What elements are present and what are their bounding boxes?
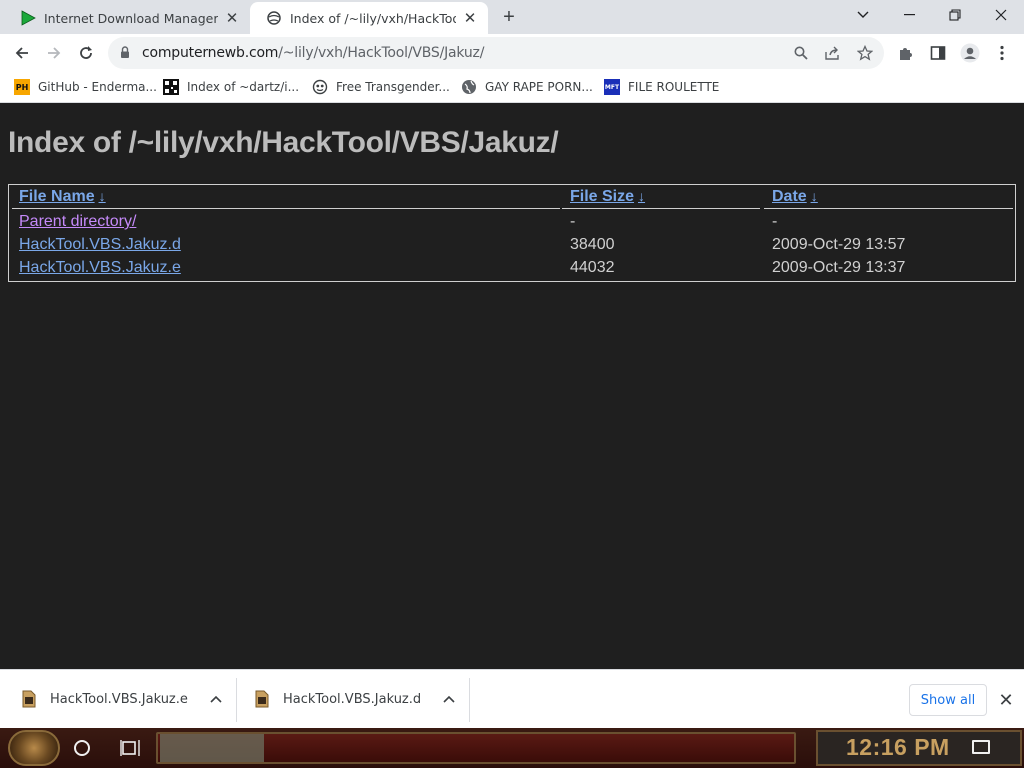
bookmark-free-transgender[interactable]: Free Transgender... xyxy=(312,77,450,97)
download-item[interactable]: HackTool.VBS.Jakuz.d xyxy=(255,670,455,728)
extensions-puzzle-icon[interactable] xyxy=(896,43,916,63)
header-divider xyxy=(764,208,1013,209)
profile-avatar-icon[interactable] xyxy=(960,43,980,63)
file-link[interactable]: HackTool.VBS.Jakuz.d xyxy=(19,236,181,254)
column-header-size[interactable]: File Size ↓ xyxy=(570,188,645,206)
chevron-up-icon[interactable] xyxy=(443,693,455,705)
url-text[interactable]: computernewb.com/~lily/vxh/HackTool/VBS/… xyxy=(142,45,484,61)
mft-icon: MFT xyxy=(604,79,620,95)
download-filename: HackTool.VBS.Jakuz.e xyxy=(50,691,188,707)
new-tab-button[interactable]: + xyxy=(498,6,520,28)
bookmark-label: GAY RAPE PORN... xyxy=(485,80,593,94)
page-content: Index of /~lily/vxh/HackTool/VBS/Jakuz/ … xyxy=(0,104,1024,669)
tab-idm[interactable]: Internet Download Manager: Th ✕ xyxy=(4,2,250,34)
tab-index-listing[interactable]: Index of /~lily/vxh/HackTool/ ✕ xyxy=(250,2,488,34)
arrow-left-icon xyxy=(15,47,28,59)
bookmark-index-dartz[interactable]: Index of ~dartz/i... xyxy=(163,77,299,97)
column-header-date[interactable]: Date ↓ xyxy=(772,188,818,206)
bookmark-label: GitHub - Enderma... xyxy=(38,80,157,94)
bookmark-file-roulette[interactable]: MFT FILE ROULETTE xyxy=(604,77,719,97)
file-link[interactable]: HackTool.VBS.Jakuz.e xyxy=(19,259,181,277)
bookmark-label: Index of ~dartz/i... xyxy=(187,80,300,94)
ph-icon: PH xyxy=(14,79,30,95)
share-icon[interactable] xyxy=(825,45,841,61)
file-size: 38400 xyxy=(570,236,615,253)
side-panel-icon[interactable] xyxy=(928,43,948,63)
idm-play-icon xyxy=(20,10,36,26)
more-menu-icon[interactable] xyxy=(992,43,1012,63)
column-header-name[interactable]: File Name ↓ xyxy=(19,188,106,206)
download-separator xyxy=(469,678,470,722)
minimize-icon xyxy=(903,14,915,16)
file-date: 2009-Oct-29 13:57 xyxy=(772,236,906,253)
reload-button[interactable] xyxy=(72,39,100,67)
page-title: Index of /~lily/vxh/HackTool/VBS/Jakuz/ xyxy=(8,126,559,159)
page-globe-icon xyxy=(266,10,282,26)
close-window-button[interactable] xyxy=(978,0,1024,30)
restore-button[interactable] xyxy=(932,0,978,30)
download-separator xyxy=(236,678,237,722)
search-circle-icon[interactable] xyxy=(74,740,90,756)
lock-icon[interactable] xyxy=(120,46,130,64)
taskbar: 12:16 PM xyxy=(0,728,1024,768)
file-size: 44032 xyxy=(570,259,615,276)
file-icon xyxy=(22,690,36,708)
sort-arrow-icon: ↓ xyxy=(810,188,818,204)
file-size: - xyxy=(570,213,576,230)
header-divider xyxy=(562,208,760,209)
address-bar[interactable]: computernewb.com/~lily/vxh/HackTool/VBS/… xyxy=(108,37,884,69)
globe-icon xyxy=(461,79,477,95)
download-filename: HackTool.VBS.Jakuz.d xyxy=(283,691,422,707)
mask-icon xyxy=(312,79,328,95)
show-all-button[interactable]: Show all xyxy=(909,684,987,716)
close-icon[interactable]: ✕ xyxy=(996,690,1016,710)
restore-icon xyxy=(949,9,961,21)
browser-toolbar: computernewb.com/~lily/vxh/HackTool/VBS/… xyxy=(0,34,1024,72)
file-date: 2009-Oct-29 13:37 xyxy=(772,259,906,276)
file-icon xyxy=(255,690,269,708)
close-icon xyxy=(995,9,1007,21)
download-item[interactable]: HackTool.VBS.Jakuz.e xyxy=(22,670,222,728)
url-host: computernewb.com xyxy=(142,45,279,61)
qr-icon xyxy=(163,79,179,95)
chevron-up-icon[interactable] xyxy=(210,693,222,705)
system-clock[interactable]: 12:16 PM xyxy=(846,734,950,761)
tab-close-icon[interactable]: ✕ xyxy=(224,10,240,26)
minimize-button[interactable] xyxy=(886,0,932,30)
bookmark-github[interactable]: PH GitHub - Enderma... xyxy=(14,77,157,97)
reload-icon xyxy=(80,46,92,59)
bookmark-globe-site[interactable]: GAY RAPE PORN... xyxy=(461,77,593,97)
bookmark-label: FILE ROULETTE xyxy=(628,80,720,94)
header-divider xyxy=(12,208,560,209)
sort-arrow-icon: ↓ xyxy=(98,188,106,204)
downloads-shelf: HackTool.VBS.Jakuz.e HackTool.VBS.Jakuz.… xyxy=(0,669,1024,728)
start-button[interactable] xyxy=(8,730,60,766)
url-path: /~lily/vxh/HackTool/VBS/Jakuz/ xyxy=(278,45,485,61)
back-button[interactable] xyxy=(8,39,36,67)
tab-title: Internet Download Manager: Th xyxy=(44,10,218,26)
tab-title: Index of /~lily/vxh/HackTool/ xyxy=(290,10,456,26)
tab-strip: Internet Download Manager: Th ✕ Index of… xyxy=(0,0,1024,34)
file-link-parent-directory[interactable]: Parent directory/ xyxy=(19,213,136,231)
task-view-icon[interactable] xyxy=(120,739,140,757)
bookmark-label: Free Transgender... xyxy=(336,80,450,94)
chevron-down-icon xyxy=(857,11,869,18)
forward-button[interactable] xyxy=(40,39,68,67)
taskbar-decoration xyxy=(160,734,264,762)
search-icon[interactable] xyxy=(793,45,809,61)
tab-close-icon[interactable]: ✕ xyxy=(462,10,478,26)
bookmarks-bar: PH GitHub - Enderma... Index of ~dartz/i… xyxy=(0,72,1024,103)
taskbar-apps-area xyxy=(156,732,796,764)
file-listing-table: File Name ↓ File Size ↓ Date ↓ Parent direc… xyxy=(8,184,1016,282)
file-date: - xyxy=(772,213,778,230)
bookmark-star-icon[interactable] xyxy=(857,45,873,61)
notification-icon[interactable] xyxy=(972,740,990,754)
arrow-right-icon xyxy=(48,47,61,59)
sort-arrow-icon: ↓ xyxy=(638,188,646,204)
tab-search-button[interactable] xyxy=(840,0,886,30)
